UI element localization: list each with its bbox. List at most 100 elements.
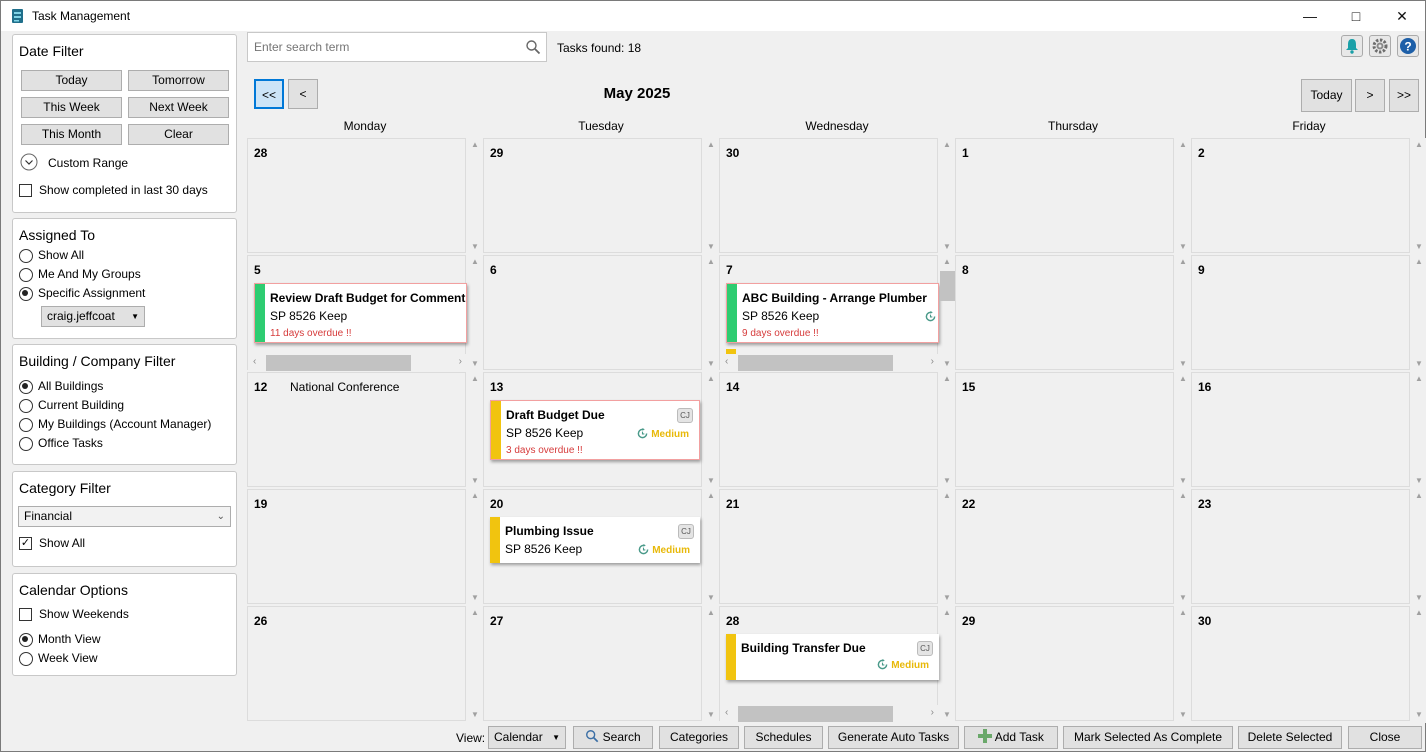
day-cell-body[interactable]: 14 xyxy=(719,372,938,487)
day-cell-body[interactable]: 2 xyxy=(1191,138,1410,253)
scroll-up-icon[interactable]: ▲ xyxy=(470,374,480,383)
scroll-down-icon[interactable]: ▼ xyxy=(470,710,480,719)
scroll-down-icon[interactable]: ▼ xyxy=(706,710,716,719)
day-cell-friday[interactable]: 30 ▲ ▼ xyxy=(1191,606,1426,723)
day-cell-wednesday[interactable]: 21 ▲ ▼ xyxy=(719,489,955,606)
scroll-left-icon[interactable]: ‹ xyxy=(253,356,256,367)
view-select[interactable]: Calendar ▼ xyxy=(488,726,566,749)
vertical-scrollbar[interactable]: ▲ ▼ xyxy=(703,606,719,721)
scroll-up-icon[interactable]: ▲ xyxy=(1178,374,1188,383)
day-cell-friday[interactable]: 23 ▲ ▼ xyxy=(1191,489,1426,606)
today-nav-button[interactable]: Today xyxy=(1301,79,1352,112)
settings-button[interactable] xyxy=(1369,35,1391,57)
scroll-down-icon[interactable]: ▼ xyxy=(470,593,480,602)
chevron-down-icon[interactable] xyxy=(20,153,38,171)
day-cell-body[interactable]: 19 xyxy=(247,489,466,604)
day-cell-monday[interactable]: 28 ▲ ▼ xyxy=(247,138,483,255)
scroll-up-icon[interactable]: ▲ xyxy=(1414,608,1424,617)
scroll-down-icon[interactable]: ▼ xyxy=(942,476,952,485)
scroll-up-icon[interactable]: ▲ xyxy=(706,374,716,383)
horizontal-scroll-thumb[interactable] xyxy=(738,706,893,722)
vertical-scrollbar[interactable]: ▲ ▼ xyxy=(467,606,483,721)
vertical-scrollbar[interactable]: ▲ ▼ xyxy=(467,372,483,487)
day-cell-body[interactable]: 28 xyxy=(247,138,466,253)
clear-filter-button[interactable]: Clear xyxy=(128,124,229,145)
vertical-scrollbar[interactable]: ▲ ▼ xyxy=(939,138,955,253)
day-cell-body[interactable]: 29 xyxy=(483,138,702,253)
scroll-down-icon[interactable]: ▼ xyxy=(706,593,716,602)
scroll-up-icon[interactable]: ▲ xyxy=(1414,374,1424,383)
scroll-up-icon[interactable]: ▲ xyxy=(470,491,480,500)
radio-all-buildings[interactable]: All Buildings xyxy=(19,378,239,396)
scroll-up-icon[interactable]: ▲ xyxy=(706,257,716,266)
scroll-down-icon[interactable]: ▼ xyxy=(1414,476,1424,485)
scroll-up-icon[interactable]: ▲ xyxy=(1178,257,1188,266)
maximize-button[interactable]: □ xyxy=(1333,1,1379,31)
show-completed-checkbox[interactable]: Show completed in last 30 days xyxy=(19,182,208,200)
delete-selected-button[interactable]: Delete Selected xyxy=(1238,726,1342,749)
scroll-down-icon[interactable]: ▼ xyxy=(470,476,480,485)
horizontal-scrollbar[interactable]: ‹ › xyxy=(720,705,939,722)
scroll-up-icon[interactable]: ▲ xyxy=(942,140,952,149)
day-cell-wednesday[interactable]: 14 ▲ ▼ xyxy=(719,372,955,489)
radio-current-building[interactable]: Current Building xyxy=(19,397,239,415)
scroll-right-icon[interactable]: › xyxy=(931,356,934,367)
day-cell-tuesday[interactable]: 13 Draft Budget Due SP 8526 Keep 3 days ove… xyxy=(483,372,719,489)
task-card[interactable]: Building Transfer Due CJ Medium xyxy=(726,634,939,680)
day-cell-body[interactable]: 16 xyxy=(1191,372,1410,487)
scroll-down-icon[interactable]: ▼ xyxy=(1414,710,1424,719)
vertical-scrollbar[interactable]: ▲ ▼ xyxy=(1411,255,1426,370)
horizontal-scrollbar[interactable]: ‹ › xyxy=(720,354,939,371)
day-cell-thursday[interactable]: 22 ▲ ▼ xyxy=(955,489,1191,606)
custom-range-label[interactable]: Custom Range xyxy=(48,156,128,170)
scroll-right-icon[interactable]: › xyxy=(459,356,462,367)
day-cell-body[interactable]: 7 ABC Building - Arrange Plumber SP 8526 K… xyxy=(719,255,939,371)
scroll-down-icon[interactable]: ▼ xyxy=(1414,593,1424,602)
vertical-scrollbar[interactable]: ▲ ▼ xyxy=(1411,138,1426,253)
day-cell-body[interactable]: 28 Building Transfer Due CJ Medium ‹ › xyxy=(719,606,939,722)
scroll-down-icon[interactable]: ▼ xyxy=(1414,242,1424,251)
horizontal-scrollbar[interactable]: ‹ › xyxy=(248,354,467,371)
scroll-up-icon[interactable]: ▲ xyxy=(706,491,716,500)
day-cell-friday[interactable]: 16 ▲ ▼ xyxy=(1191,372,1426,489)
day-cell-body[interactable]: 26 xyxy=(247,606,466,721)
category-select[interactable]: Financial ⌄ xyxy=(18,506,231,527)
scroll-right-icon[interactable]: › xyxy=(931,707,934,718)
scroll-down-icon[interactable]: ▼ xyxy=(706,242,716,251)
vertical-scrollbar[interactable]: ▲ ▼ xyxy=(1411,372,1426,487)
day-cell-wednesday[interactable]: 7 ABC Building - Arrange Plumber SP 8526 K… xyxy=(719,255,955,372)
scroll-up-icon[interactable]: ▲ xyxy=(942,257,952,266)
day-cell-friday[interactable]: 2 ▲ ▼ xyxy=(1191,138,1426,255)
scroll-up-icon[interactable]: ▲ xyxy=(1178,608,1188,617)
scroll-down-icon[interactable]: ▼ xyxy=(706,359,716,368)
scroll-up-icon[interactable]: ▲ xyxy=(1178,491,1188,500)
close-button[interactable]: Close xyxy=(1348,726,1422,749)
radio-month-view[interactable]: Month View xyxy=(19,631,239,649)
day-cell-thursday[interactable]: 29 ▲ ▼ xyxy=(955,606,1191,723)
day-cell-body[interactable]: 6 xyxy=(483,255,702,370)
radio-me-and-my-groups[interactable]: Me And My Groups xyxy=(19,266,239,284)
categories-button[interactable]: Categories xyxy=(659,726,739,749)
next-week-button[interactable]: Next Week xyxy=(128,97,229,118)
scroll-up-icon[interactable]: ▲ xyxy=(942,608,952,617)
day-cell-body[interactable]: 1 xyxy=(955,138,1174,253)
day-cell-body[interactable]: 5 Review Draft Budget for Comment SP 8526 … xyxy=(247,255,467,371)
vertical-scrollbar[interactable]: ▲ ▼ xyxy=(467,138,483,253)
day-cell-body[interactable]: 30 xyxy=(1191,606,1410,721)
next-next-month-button[interactable]: >> xyxy=(1389,79,1419,112)
vertical-scrollbar[interactable]: ▲ ▼ xyxy=(703,372,719,487)
checkbox-box[interactable]: ✓ xyxy=(19,537,32,550)
scroll-up-icon[interactable]: ▲ xyxy=(706,608,716,617)
prev-month-button[interactable]: < xyxy=(288,79,318,109)
user-select[interactable]: craig.jeffcoat ▼ xyxy=(41,306,145,327)
day-cell-body[interactable]: 20 Plumbing Issue SP 8526 Keep CJ Medium xyxy=(483,489,702,604)
search-button[interactable]: Search xyxy=(573,726,653,749)
notifications-button[interactable] xyxy=(1341,35,1363,57)
help-button[interactable]: ? xyxy=(1397,35,1419,57)
scroll-down-icon[interactable]: ▼ xyxy=(1178,710,1188,719)
checkbox-box[interactable] xyxy=(19,608,32,621)
search-icon[interactable] xyxy=(525,39,541,55)
day-cell-wednesday[interactable]: 30 ▲ ▼ xyxy=(719,138,955,255)
task-card[interactable]: Plumbing Issue SP 8526 Keep CJ Medium xyxy=(490,517,700,563)
vertical-scrollbar[interactable]: ▲ ▼ xyxy=(939,489,955,604)
